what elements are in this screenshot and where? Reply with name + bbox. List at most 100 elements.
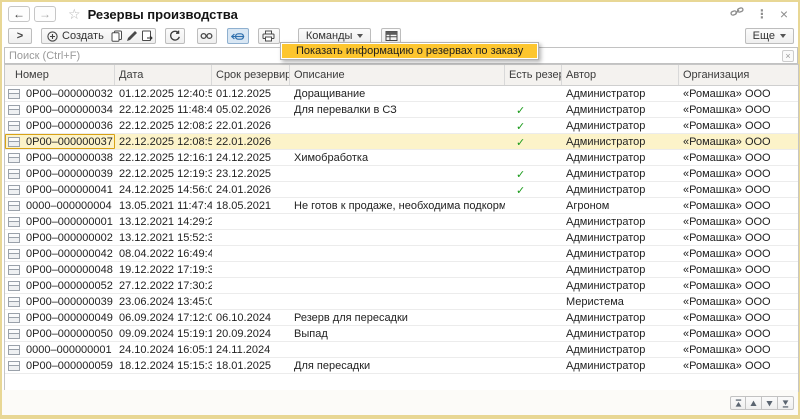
go-first-button[interactable] — [730, 396, 746, 410]
column-header-description[interactable]: Описание — [290, 65, 505, 85]
go-down-button[interactable] — [762, 396, 778, 410]
edit-button[interactable] — [125, 29, 140, 43]
table-row[interactable]: 0P00–00000005009.09.2024 15:19:1320.09.2… — [5, 326, 798, 342]
table-row[interactable]: 0P00–00000005918.12.2024 15:15:3418.01.2… — [5, 358, 798, 374]
print-button[interactable] — [258, 28, 280, 44]
check-icon: ✓ — [505, 182, 562, 197]
document-number: 0P00–000000036 — [26, 120, 113, 132]
cell-author: Администратор — [562, 134, 679, 149]
cell-desc — [290, 182, 505, 197]
table-row[interactable]: 0P00–00000003201.12.2025 12:40:5101.12.2… — [5, 86, 798, 102]
close-icon[interactable]: × — [780, 8, 788, 20]
favorite-star-icon[interactable]: ☆ — [68, 6, 81, 23]
kebab-menu-icon[interactable]: ⋮ — [756, 7, 768, 21]
document-number: 0P00–000000041 — [26, 184, 113, 196]
table-row[interactable]: 0P00–00000000113.12.2021 14:29:27Админис… — [5, 214, 798, 230]
expand-panel-button[interactable]: > — [8, 28, 32, 44]
cell-num: 0P00–000000039 — [5, 294, 115, 309]
column-header-term[interactable]: Срок резервирования — [212, 65, 290, 85]
cell-due: 18.01.2025 — [212, 358, 290, 373]
document-number: 0P00–000000042 — [26, 248, 113, 260]
table-row[interactable]: 0P00–00000003822.12.2025 12:16:1224.12.2… — [5, 150, 798, 166]
cell-org: «Ромашка» ООО — [679, 214, 798, 229]
cell-due — [212, 230, 290, 245]
search-clear-button[interactable]: × — [782, 50, 794, 62]
cell-author: Администратор — [562, 102, 679, 117]
crud-button-group: Создать — [41, 28, 156, 44]
cell-due: 22.01.2026 — [212, 118, 290, 133]
column-header-author[interactable]: Автор — [562, 65, 679, 85]
cell-reserved — [505, 262, 562, 277]
more-button[interactable]: Еще — [745, 28, 794, 44]
cell-date: 18.12.2024 15:15:34 — [115, 358, 212, 373]
document-number: 0P00–000000001 — [26, 216, 113, 228]
linked-documents-button[interactable] — [197, 28, 217, 44]
cell-reserved — [505, 198, 562, 213]
table-row[interactable]: 0P00–00000000213.12.2021 15:52:32Админис… — [5, 230, 798, 246]
table-row[interactable]: 0P00–00000003622.12.2025 12:08:2322.01.2… — [5, 118, 798, 134]
cell-org: «Ромашка» ООО — [679, 198, 798, 213]
cell-reserved — [505, 310, 562, 325]
column-header-number[interactable]: Номер — [5, 65, 115, 85]
column-header-date[interactable]: Дата — [115, 65, 212, 85]
cell-num: 0P00–000000036 — [5, 118, 115, 133]
document-number: 0P00–000000050 — [26, 328, 113, 340]
chevron-right-icon: > — [17, 30, 23, 42]
pencil-icon — [126, 30, 138, 42]
cell-due — [212, 278, 290, 293]
forward-button[interactable]: → — [34, 6, 56, 22]
cell-author: Администратор — [562, 278, 679, 293]
cell-num: 0P00–000000032 — [5, 86, 115, 101]
cell-org: «Ромашка» ООО — [679, 278, 798, 293]
document-number: 0P00–000000059 — [26, 360, 113, 372]
go-last-button[interactable] — [778, 396, 794, 410]
cell-desc — [290, 246, 505, 261]
cell-reserved — [505, 230, 562, 245]
table-row[interactable]: 0P00–00000003922.12.2025 12:19:3523.12.2… — [5, 166, 798, 182]
cell-desc — [290, 118, 505, 133]
copy-button[interactable] — [110, 29, 125, 43]
menu-item-show-reserves-info[interactable]: Показать информацию о резервах по заказу — [282, 44, 537, 58]
back-button[interactable]: ← — [8, 6, 30, 22]
table-row[interactable]: 0P00–00000003722.12.2025 12:08:5422.01.2… — [5, 134, 798, 150]
cell-due — [212, 214, 290, 229]
new-from-copy-button[interactable] — [140, 29, 155, 43]
column-header-has-reserve[interactable]: Есть резерв — [505, 65, 562, 85]
table-row[interactable]: 0P00–00000004208.04.2022 16:49:45Админис… — [5, 246, 798, 262]
table-row[interactable]: 0P00–00000003422.12.2025 11:48:4705.02.2… — [5, 102, 798, 118]
document-state-icon — [8, 297, 20, 307]
footer-bar — [2, 390, 798, 415]
table-row[interactable]: 0P00–00000004819.12.2022 17:19:39Админис… — [5, 262, 798, 278]
cell-date: 08.04.2022 16:49:45 — [115, 246, 212, 261]
table-row[interactable]: 0000–00000000124.10.2024 16:05:1924.11.2… — [5, 342, 798, 358]
table-row[interactable]: 0P00–00000005227.12.2022 17:30:25Админис… — [5, 278, 798, 294]
arrow-right-icon: → — [39, 8, 51, 20]
cell-org: «Ромашка» ООО — [679, 230, 798, 245]
get-link-icon[interactable] — [730, 5, 744, 23]
table-row[interactable]: 0P00–00000004906.09.2024 17:12:0506.10.2… — [5, 310, 798, 326]
table-row[interactable]: 0P00–00000004124.12.2025 14:56:0924.01.2… — [5, 182, 798, 198]
go-up-button[interactable] — [746, 396, 762, 410]
cell-date: 13.12.2021 14:29:27 — [115, 214, 212, 229]
cell-desc — [290, 230, 505, 245]
cell-reserved — [505, 326, 562, 341]
cell-desc: Выпад — [290, 326, 505, 341]
table-row[interactable]: 0P00–00000003923.06.2024 13:45:01Меристе… — [5, 294, 798, 310]
cell-date: 09.09.2024 15:19:13 — [115, 326, 212, 341]
document-state-icon — [8, 137, 20, 147]
cell-reserved — [505, 214, 562, 229]
cell-org: «Ромашка» ООО — [679, 358, 798, 373]
create-button[interactable]: Создать — [42, 29, 110, 43]
search-placeholder: Поиск (Ctrl+F) — [5, 50, 80, 62]
cell-num: 0P00–000000048 — [5, 262, 115, 277]
cell-reserved — [505, 278, 562, 293]
cell-desc — [290, 294, 505, 309]
document-state-icon — [8, 185, 20, 195]
document-number: 0000–000000001 — [26, 344, 112, 356]
column-header-organization[interactable]: Организация — [679, 65, 798, 85]
refresh-button[interactable] — [165, 28, 185, 44]
document-number: 0P00–000000038 — [26, 152, 113, 164]
cell-num: 0P00–000000050 — [5, 326, 115, 341]
fit-width-button[interactable] — [227, 28, 249, 44]
table-row[interactable]: 0000–00000000413.05.2021 11:47:4218.05.2… — [5, 198, 798, 214]
